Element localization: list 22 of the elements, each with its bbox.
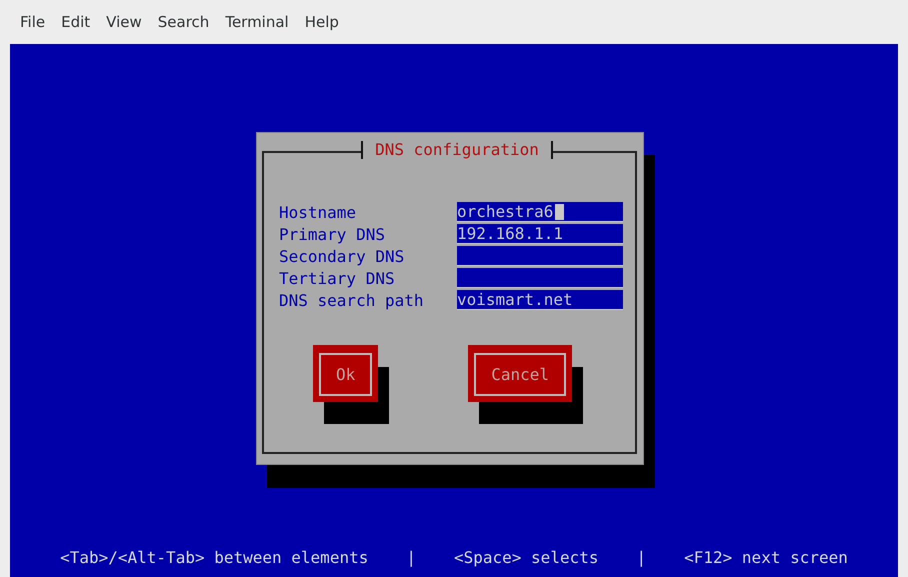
input-field[interactable] xyxy=(457,268,623,288)
field-label: Primary DNS xyxy=(279,224,386,244)
input-field[interactable]: orchestra6 xyxy=(457,202,623,222)
menu-item[interactable]: Search xyxy=(150,9,218,35)
menu-item[interactable]: Help xyxy=(296,9,347,35)
menu-item[interactable]: File xyxy=(12,9,54,35)
input-field[interactable] xyxy=(457,246,623,266)
input-field[interactable]: 192.168.1.1 xyxy=(457,224,623,244)
field-label: Secondary DNS xyxy=(279,246,406,266)
field-label: DNS search path xyxy=(279,290,424,310)
field-label: Tertiary DNS xyxy=(279,268,396,288)
field-label: Hostname xyxy=(279,202,358,222)
separator: | xyxy=(636,548,646,566)
key-hint: <F12> next screen xyxy=(684,548,848,566)
menu-item[interactable]: View xyxy=(98,9,150,35)
separator: | xyxy=(406,548,416,566)
menu-item[interactable]: Terminal xyxy=(217,9,297,35)
input-field[interactable]: voismart.net xyxy=(457,290,623,310)
key-hint: <Tab>/<Alt-Tab> between elements xyxy=(60,548,368,566)
key-hint: <Space> selects xyxy=(454,548,598,566)
dialog-title: DNS configuration xyxy=(361,141,553,159)
menu-item[interactable]: Edit xyxy=(53,9,98,35)
